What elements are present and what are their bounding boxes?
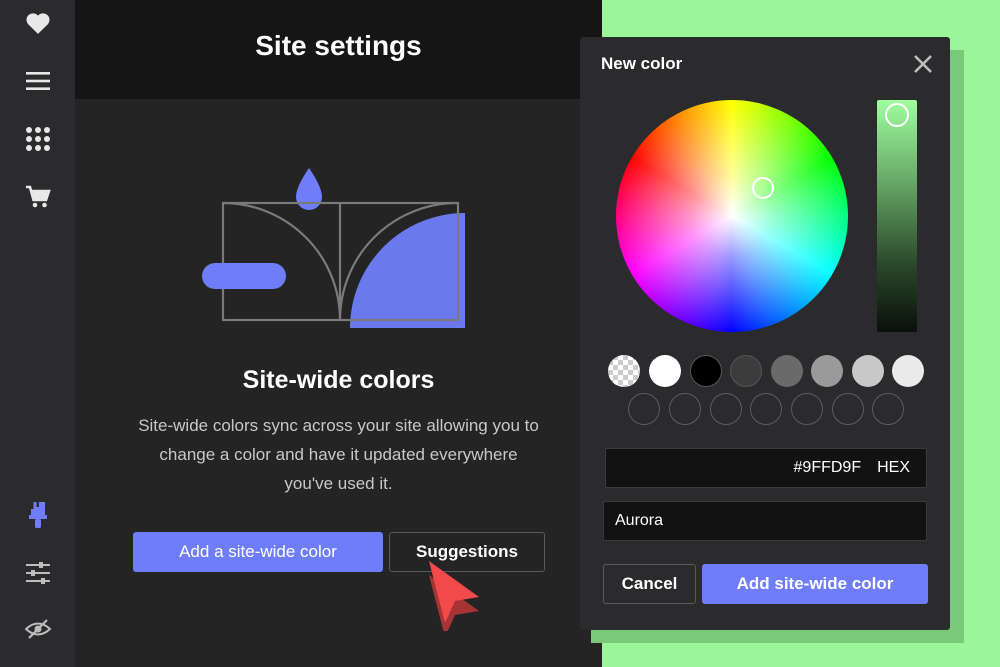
add-site-wide-color-button[interactable]: Add a site-wide color (133, 532, 383, 572)
sidebar-item-visibility[interactable] (0, 604, 75, 654)
sidebar-item-favorites[interactable] (0, 0, 75, 48)
close-icon (914, 55, 932, 73)
sidebar-item-apps[interactable] (0, 114, 75, 164)
close-button[interactable] (910, 51, 936, 77)
hex-format-label: HEX (877, 459, 910, 476)
site-settings-panel: Site settings Site-wide colors Site-wide… (75, 0, 602, 667)
empty-swatch-slot[interactable] (628, 393, 660, 425)
color-name-input[interactable] (603, 501, 927, 541)
lightness-slider-handle[interactable] (885, 103, 909, 127)
sidebar-item-design[interactable] (0, 490, 75, 540)
heart-icon (25, 13, 50, 34)
dialog-title: New color (601, 54, 683, 73)
swatch-transparent[interactable] (608, 355, 640, 387)
empty-swatch-slot[interactable] (710, 393, 742, 425)
section-title: Site-wide colors (242, 366, 435, 394)
apps-grid-icon (25, 127, 50, 151)
hex-value: #9FFD9F (793, 459, 862, 476)
swatch-mid-gray[interactable] (811, 355, 843, 387)
lightness-slider[interactable] (877, 100, 917, 332)
add-site-wide-color-confirm-button[interactable]: Add site-wide color (702, 564, 928, 604)
swatch-dark-gray[interactable] (730, 355, 762, 387)
swatch-off-white[interactable] (892, 355, 924, 387)
sidebar (0, 0, 75, 667)
saturation-overlay (616, 100, 848, 332)
page-title: Site settings (255, 29, 422, 61)
hex-input[interactable]: #9FFD9F HEX (605, 448, 927, 488)
sliders-icon (25, 562, 50, 584)
empty-swatch-slot[interactable] (872, 393, 904, 425)
swatch-light-gray[interactable] (852, 355, 884, 387)
cancel-button[interactable]: Cancel (603, 564, 696, 604)
color-wheel-handle[interactable] (752, 177, 774, 199)
cart-icon (25, 185, 51, 208)
paint-brush-icon (28, 502, 47, 528)
menu-icon (25, 72, 50, 90)
sidebar-item-settings[interactable] (0, 548, 75, 598)
empty-swatch-slot[interactable] (791, 393, 823, 425)
hue-saturation-wheel[interactable] (616, 100, 848, 332)
section-description: Site-wide colors sync across your site a… (138, 416, 539, 493)
swatch-black[interactable] (690, 355, 722, 387)
empty-swatch-slot[interactable] (750, 393, 782, 425)
new-color-dialog: New color #9FFD9F HEX Cancel Add site-wi… (580, 37, 950, 630)
pointer-cursor-icon (429, 561, 479, 631)
hidden-eye-icon (24, 619, 51, 639)
swatch-white[interactable] (649, 355, 681, 387)
swatch-gray[interactable] (771, 355, 803, 387)
sidebar-item-store[interactable] (0, 172, 75, 222)
sidebar-item-menu[interactable] (0, 56, 75, 106)
empty-swatch-slot[interactable] (669, 393, 701, 425)
empty-swatch-slot[interactable] (832, 393, 864, 425)
panel-header: Site settings (75, 0, 602, 99)
site-colors-illustration (202, 168, 465, 328)
